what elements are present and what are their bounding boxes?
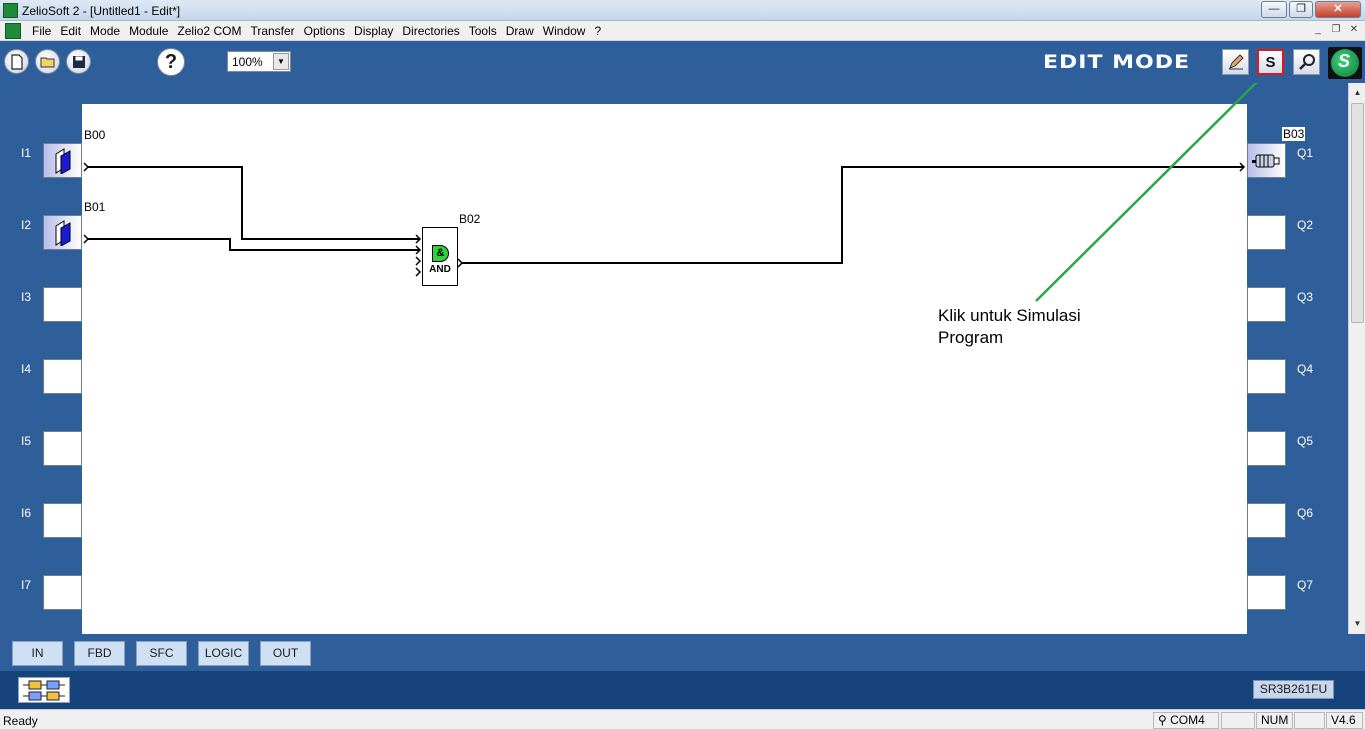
menu-directories[interactable]: Directories (400, 24, 466, 38)
save-button[interactable] (66, 49, 91, 74)
menu-options[interactable]: Options (302, 24, 352, 38)
save-disk-icon (72, 56, 85, 68)
tab-fbd[interactable]: FBD (74, 641, 125, 666)
zelio-logo-icon: S (1331, 49, 1359, 77)
version-label: V4.6 (1326, 712, 1363, 729)
new-document-icon (10, 54, 23, 70)
mdi-restore-button[interactable]: ❐ (1329, 24, 1343, 38)
close-button[interactable]: ✕ (1315, 1, 1361, 18)
function-tab-bar: IN FBD SFC LOGIC OUT (0, 634, 1365, 671)
edit-mode-button[interactable] (1222, 49, 1249, 75)
monitoring-button[interactable] (1293, 49, 1320, 75)
status-panel-empty-2 (1294, 712, 1325, 729)
module-reference: SR3B261FU (1253, 680, 1334, 699)
module-strip: SR3B261FU (0, 671, 1365, 709)
zeliosoft-window: ZelioSoft 2 - [Untitled1 - Edit*] — ❐ ✕ … (0, 0, 1365, 729)
com-port: COM4 (1170, 713, 1205, 727)
tab-logic[interactable]: LOGIC (198, 641, 249, 666)
toolbar: ? 100% ▼ EDIT MODE S S (0, 42, 1365, 82)
open-button[interactable] (35, 49, 60, 74)
module-wiring-icon (23, 680, 65, 701)
minimize-button[interactable]: — (1261, 1, 1287, 18)
menu-edit[interactable]: Edit (58, 24, 88, 38)
edit-mode-label: EDIT MODE (1043, 51, 1191, 74)
annotation-line-2: Program (938, 328, 1004, 347)
mdi-minimize-button[interactable]: _ (1311, 24, 1325, 38)
document-icon[interactable] (5, 23, 21, 39)
menu-zelio2-com[interactable]: Zelio2 COM (175, 24, 248, 38)
app-icon (3, 3, 18, 18)
scroll-down-arrow-icon[interactable]: ▼ (1350, 616, 1365, 632)
plug-icon: ⚲ (1158, 713, 1167, 727)
menu-bar: File Edit Mode Module Zelio2 COM Transfe… (0, 21, 1365, 41)
fbd-workspace: I1 I2 I3 I4 I5 I6 I7 Q1 Q2 Q3 Q4 Q5 Q6 Q… (0, 83, 1348, 634)
scroll-up-arrow-icon[interactable]: ▲ (1350, 85, 1365, 101)
mdi-close-button[interactable]: ✕ (1347, 24, 1361, 38)
menu-tools[interactable]: Tools (467, 24, 504, 38)
title-bar: ZelioSoft 2 - [Untitled1 - Edit*] — ❐ ✕ (0, 0, 1365, 21)
menu-mode[interactable]: Mode (88, 24, 127, 38)
simulation-button[interactable]: S (1257, 49, 1284, 75)
annotation-pointer (1035, 83, 1258, 302)
zelio-logo-button[interactable]: S (1328, 47, 1362, 79)
annotation-line-1: Klik untuk Simulasi (938, 306, 1081, 325)
scroll-thumb[interactable] (1351, 103, 1364, 323)
chevron-down-icon[interactable]: ▼ (273, 53, 289, 70)
menu-transfer[interactable]: Transfer (248, 24, 301, 38)
new-button[interactable] (4, 49, 29, 74)
menu-file[interactable]: File (30, 24, 58, 38)
annotation-text: Klik untuk Simulasi Program (938, 305, 1081, 349)
magnifier-icon (1298, 54, 1315, 70)
num-lock-indicator: NUM (1256, 712, 1293, 729)
menu-help[interactable]: ? (592, 24, 608, 38)
vertical-scrollbar[interactable]: ▲ ▼ (1348, 83, 1365, 634)
pencil-icon (1228, 54, 1244, 70)
menu-module[interactable]: Module (127, 24, 175, 38)
com-port-panel: ⚲ COM4 (1153, 712, 1219, 729)
open-folder-icon (40, 57, 54, 68)
status-bar: Ready ⚲ COM4 NUM V4.6 (0, 709, 1365, 729)
window-title: ZelioSoft 2 - [Untitled1 - Edit*] (22, 4, 181, 18)
zoom-select[interactable]: 100% ▼ (227, 51, 291, 72)
status-panel-empty-1 (1221, 712, 1255, 729)
menu-window[interactable]: Window (541, 24, 593, 38)
menu-display[interactable]: Display (352, 24, 400, 38)
tab-in[interactable]: IN (12, 641, 63, 666)
maximize-button[interactable]: ❐ (1289, 1, 1313, 18)
menu-draw[interactable]: Draw (504, 24, 541, 38)
tab-sfc[interactable]: SFC (136, 641, 187, 666)
tab-out[interactable]: OUT (260, 641, 311, 666)
zoom-value: 100% (232, 55, 263, 69)
help-button[interactable]: ? (157, 48, 185, 76)
module-config-button[interactable] (18, 677, 70, 703)
status-text: Ready (3, 714, 38, 728)
